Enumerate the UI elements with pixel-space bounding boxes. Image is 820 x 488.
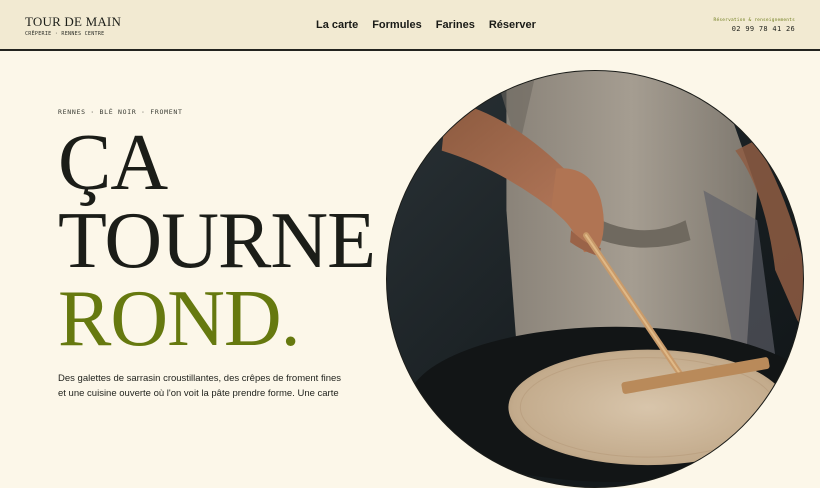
headline-line-1: ÇA xyxy=(58,119,168,207)
hero-eyebrow: RENNES · BLÉ NOIR · FROMENT xyxy=(58,108,183,116)
main-nav: La carte Formules Farines Réserver xyxy=(316,19,536,32)
headline-line-3: ROND. xyxy=(58,275,301,363)
hero-photo-crepe-maker xyxy=(386,70,804,488)
contact-info: Réservation & renseignements 02 99 78 41… xyxy=(714,18,795,33)
nav-link-reserver[interactable]: Réserver xyxy=(489,19,536,32)
nav-link-farines[interactable]: Farines xyxy=(436,19,475,32)
contact-label: Réservation & renseignements xyxy=(713,18,795,23)
crepe-maker-illustration xyxy=(387,71,803,487)
nav-link-la-carte[interactable]: La carte xyxy=(316,19,358,32)
hero-headline: ÇA TOURNE ROND. xyxy=(58,119,376,363)
brand-name: TOUR DE MAIN xyxy=(25,14,122,29)
headline-line-2: TOURNE xyxy=(58,197,376,285)
site-header: TOUR DE MAIN CRÊPERIE · RENNES CENTRE La… xyxy=(0,0,820,51)
brand-tagline: CRÊPERIE · RENNES CENTRE xyxy=(25,31,105,37)
contact-phone[interactable]: 02 99 78 41 26 xyxy=(714,25,795,33)
brand-logo[interactable]: TOUR DE MAIN CRÊPERIE · RENNES CENTRE xyxy=(25,14,122,38)
nav-link-formules[interactable]: Formules xyxy=(372,19,422,32)
